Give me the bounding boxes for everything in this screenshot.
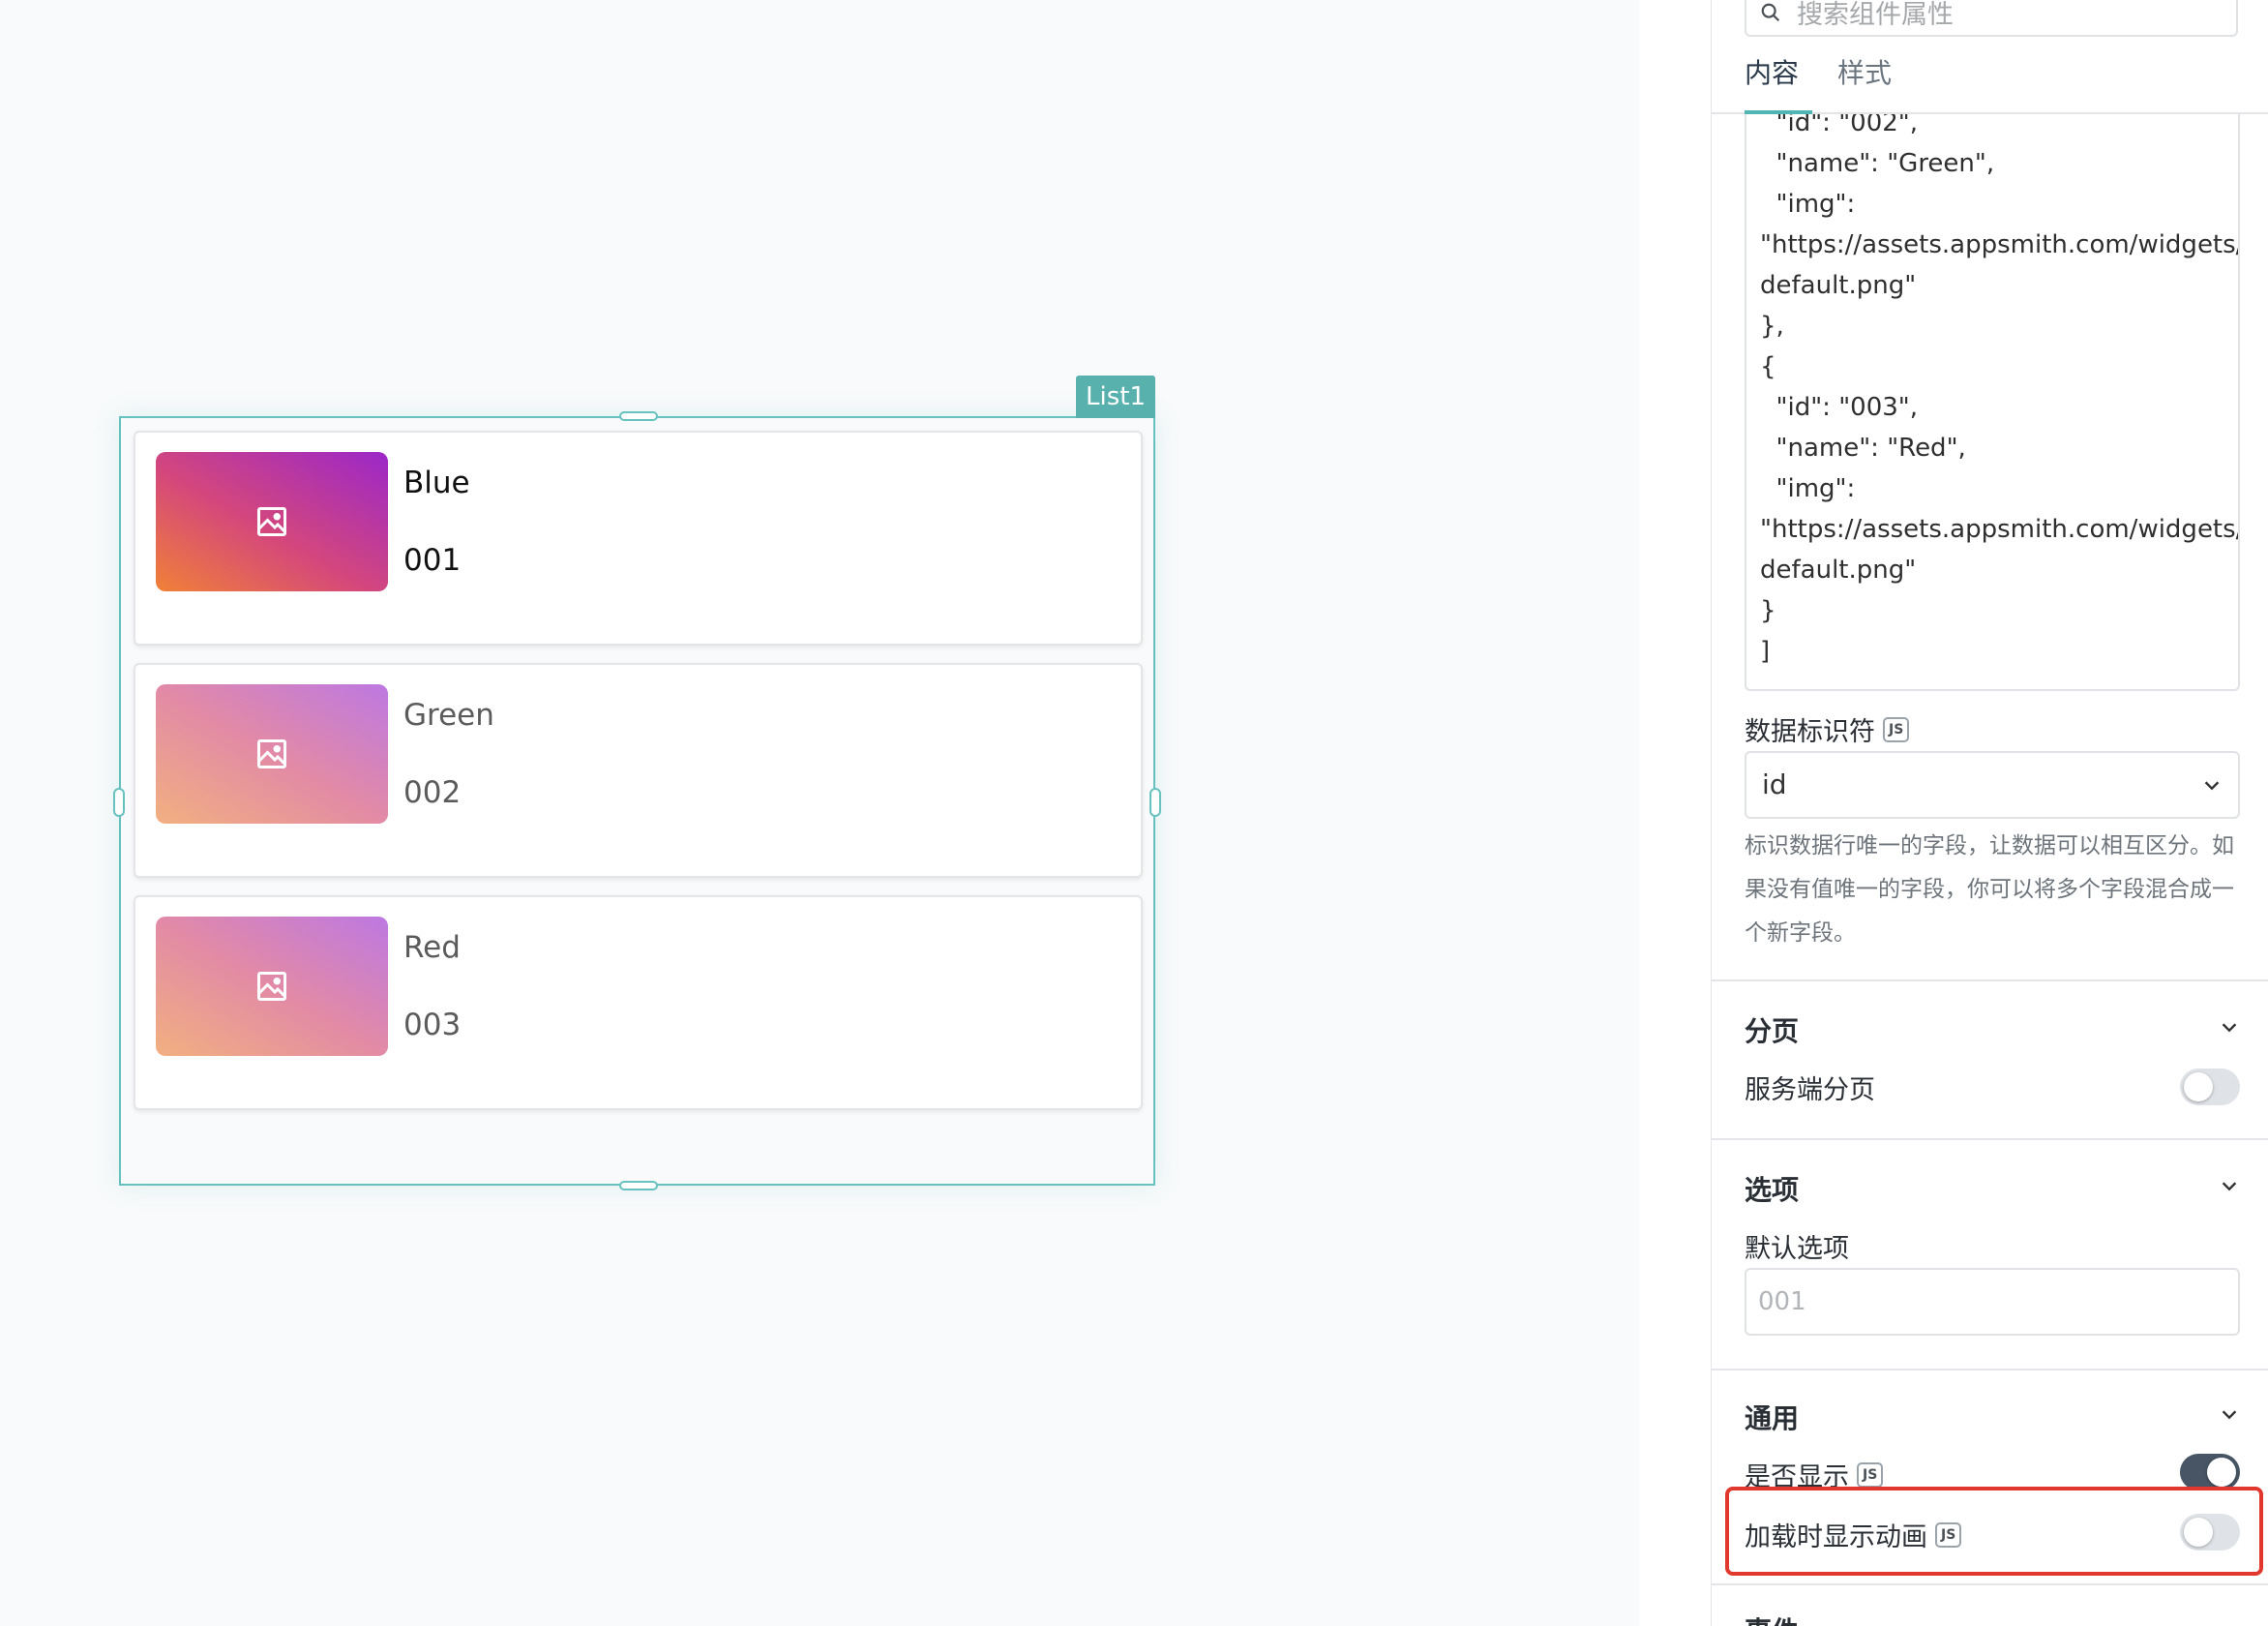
data-key-value: id <box>1762 768 1787 800</box>
code-line: }, <box>1760 312 1784 341</box>
list-item[interactable]: Green 002 <box>134 663 1143 878</box>
divider <box>1712 1369 2268 1370</box>
data-key-select[interactable]: id <box>1745 751 2240 819</box>
default-selection-input[interactable] <box>1745 1268 2240 1336</box>
item-image <box>156 684 388 824</box>
search-box[interactable] <box>1745 0 2238 37</box>
section-title-events[interactable]: 事件 <box>1745 1611 1799 1626</box>
data-key-label: 数据标识符 JS <box>1745 710 1910 748</box>
image-icon <box>254 504 289 539</box>
code-line: "name": "Red", <box>1760 434 1966 463</box>
chevron-down-icon <box>2204 781 2220 791</box>
code-line: "https://assets.appsmith.com/widgets/ <box>1760 230 2240 259</box>
item-image <box>156 452 388 591</box>
divider <box>1712 979 2268 981</box>
tab-content[interactable]: 内容 <box>1745 54 1812 114</box>
code-line: "id": "002", <box>1760 114 1919 137</box>
data-key-help: 标识数据行唯一的字段，让数据可以相互区分。如果没有值唯一的字段，你可以将多个字段… <box>1745 833 2234 946</box>
widget-name-tag[interactable]: List1 <box>1076 376 1155 418</box>
code-line: } <box>1760 596 1776 625</box>
item-image <box>156 917 388 1056</box>
resize-handle-bottom[interactable] <box>619 1181 658 1190</box>
js-toggle-badge[interactable]: JS <box>1883 716 1910 742</box>
code-line: "name": "Green", <box>1760 149 1995 178</box>
item-name: Blue <box>403 466 470 500</box>
item-name: Red <box>403 930 461 965</box>
list-widget[interactable]: List1 Blue 001 Green 002 Red 003 <box>113 376 1161 1190</box>
code-line: "img": <box>1760 474 1856 503</box>
visible-toggle[interactable] <box>2180 1454 2240 1490</box>
tab-style[interactable]: 样式 <box>1837 54 1892 114</box>
code-line: default.png" <box>1760 556 1917 585</box>
editor-canvas[interactable]: List1 Blue 001 Green 002 Red 003 <box>0 0 1639 1626</box>
resize-handle-right[interactable] <box>1149 788 1161 817</box>
item-id: 001 <box>403 543 462 578</box>
property-panel: 内容 样式 "id": "002", "name": "Green", "img… <box>1711 0 2268 1626</box>
code-line: "img": <box>1760 190 1856 219</box>
section-title-general[interactable]: 通用 <box>1745 1398 1799 1436</box>
divider <box>1712 1138 2268 1140</box>
code-line: { <box>1760 352 1776 381</box>
resize-handle-top[interactable] <box>619 411 658 421</box>
resize-handle-left[interactable] <box>113 788 125 817</box>
toggle-knob <box>2184 1072 2213 1101</box>
chevron-down-icon[interactable] <box>2219 1175 2240 1196</box>
image-icon <box>254 969 289 1004</box>
highlight-annotation <box>1725 1487 2263 1576</box>
toggle-knob <box>2207 1458 2236 1487</box>
server-side-pagination-toggle[interactable] <box>2180 1069 2240 1105</box>
server-side-pagination-label: 服务端分页 <box>1745 1075 1875 1105</box>
item-name: Green <box>403 698 494 733</box>
item-id: 003 <box>403 1008 462 1042</box>
search-icon <box>1761 3 1780 22</box>
code-line: "https://assets.appsmith.com/widgets/ <box>1760 515 2240 544</box>
code-line: "id": "003", <box>1760 393 1919 422</box>
chevron-down-icon[interactable] <box>2219 1016 2240 1038</box>
data-key-label-text: 数据标识符 <box>1745 717 1875 747</box>
divider <box>1712 1583 2268 1585</box>
list-data-editor[interactable]: "id": "002", "name": "Green", "img": "ht… <box>1745 114 2240 691</box>
panel-tabs: 内容 样式 <box>1712 52 2268 114</box>
section-title-pagination[interactable]: 分页 <box>1745 1010 1799 1049</box>
code-line: default.png" <box>1760 271 1917 300</box>
default-selection-label: 默认选项 <box>1745 1234 1849 1264</box>
code-line: ] <box>1760 637 1771 666</box>
chevron-down-icon[interactable] <box>2219 1403 2240 1425</box>
image-icon <box>254 737 289 771</box>
search-input[interactable] <box>1797 0 2223 30</box>
item-id: 002 <box>403 775 462 810</box>
section-title-selection[interactable]: 选项 <box>1745 1169 1799 1208</box>
js-toggle-badge[interactable]: JS <box>1857 1461 1884 1488</box>
list-item[interactable]: Blue 001 <box>134 431 1143 646</box>
list-item[interactable]: Red 003 <box>134 895 1143 1110</box>
